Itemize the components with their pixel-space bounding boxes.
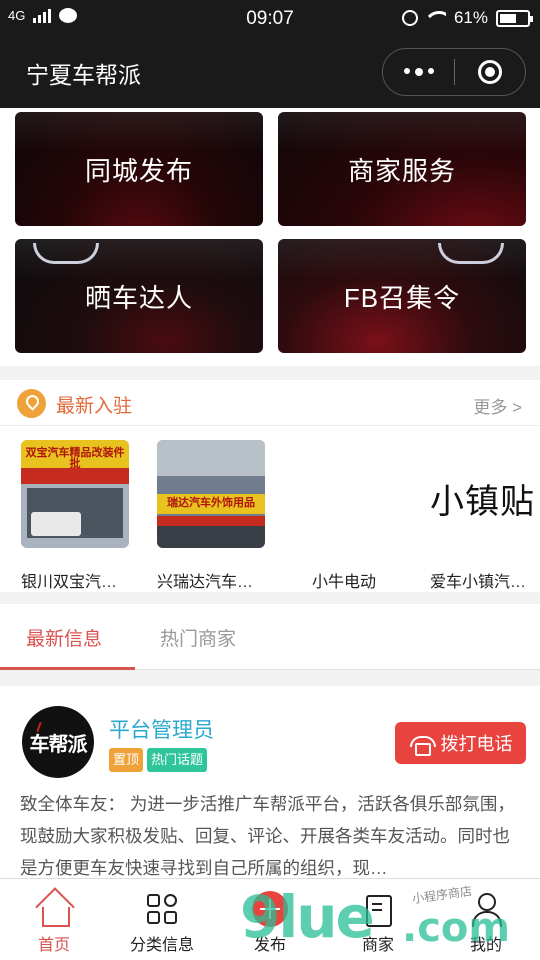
shop-icon — [360, 891, 396, 927]
phone-icon — [409, 732, 436, 756]
tile-merchant-service[interactable]: 商家服务 — [278, 112, 526, 226]
dot-icon — [414, 68, 423, 76]
section-title: 最新入驻 — [56, 396, 133, 417]
section-header: 最新入驻 更多 > — [0, 380, 540, 426]
tabbar-label: 发布 — [253, 937, 286, 954]
shop-name: 兴瑞达汽车… — [157, 574, 254, 591]
tabbar-item-category[interactable]: 分类信息 — [108, 879, 216, 960]
pinned-badge: 置顶 — [109, 748, 144, 772]
tabbar-item-publish[interactable]: 发布 — [216, 879, 324, 960]
shop-name: 爱车小镇汽… — [430, 574, 527, 591]
category-icon — [144, 891, 180, 927]
shop-name: 银川双宝汽… — [21, 574, 118, 591]
author-name[interactable]: 平台管理员 — [109, 714, 214, 744]
dot-icon — [403, 68, 410, 74]
shop-sign-text: 瑞达汽车外饰用品 — [167, 497, 255, 509]
more-link[interactable]: 更多 > — [473, 393, 522, 418]
shop-card[interactable]: 小牛电动 — [294, 440, 406, 591]
hot-topic-badge: 热门话题 — [147, 748, 208, 772]
close-miniprogram-button[interactable] — [455, 60, 525, 84]
tabbar-label: 我的 — [469, 937, 502, 954]
post-badges: 置顶 热门话题 — [109, 748, 208, 772]
tabbar-label: 首页 — [37, 937, 70, 954]
tile-city-publish[interactable]: 同城发布 — [15, 112, 263, 226]
shop-name: 小牛电动 — [312, 574, 377, 591]
tile-label: 商家服务 — [347, 155, 456, 186]
avatar[interactable]: 车帮派 — [22, 706, 94, 778]
feature-tiles: 同城发布 商家服务 晒车达人 FB召集令 — [0, 108, 540, 366]
tile-label: FB召集令 — [343, 282, 461, 313]
avatar-text: 车帮派 — [30, 728, 88, 757]
tabbar-item-me[interactable]: 我的 — [432, 879, 540, 960]
shop-image: 瑞达汽车外饰用品 — [157, 440, 265, 548]
shop-sign-text: 双宝汽车精品改装件批 — [25, 447, 125, 470]
tile-label: 晒车达人 — [84, 282, 193, 313]
post-content: 致全体车友： 为进一步活推广车帮派平台，活跃各俱乐部氛围，现鼓励大家积极发贴、回… — [20, 794, 515, 878]
more-options-button[interactable] — [383, 68, 454, 76]
tabbar-label: 分类信息 — [129, 937, 194, 954]
shop-image — [294, 440, 402, 548]
post-card[interactable]: 车帮派 平台管理员 置顶 热门话题 拨打电话 致全体车友： 为进一步活推广车帮派… — [0, 686, 540, 886]
battery-percent: 61% — [453, 8, 488, 27]
nav-bar: 宁夏车帮派 — [0, 36, 540, 108]
home-icon — [36, 891, 72, 927]
shop-logo-text: 小镇贴 — [430, 482, 535, 522]
tabbar-label: 商家 — [361, 937, 394, 954]
tile-car-showoff[interactable]: 晒车达人 — [15, 239, 263, 353]
wifi-icon — [426, 11, 446, 25]
location-pin-icon — [17, 389, 46, 418]
publish-icon — [252, 891, 288, 927]
page-title: 宁夏车帮派 — [26, 62, 141, 88]
alarm-icon — [401, 10, 418, 26]
tab-latest-info[interactable]: 最新信息 — [26, 624, 102, 651]
shop-card[interactable]: 双宝汽车精品改装件批 银川双宝汽… — [21, 440, 133, 591]
tab-hot-merchants[interactable]: 热门商家 — [160, 624, 236, 651]
battery-icon — [496, 9, 533, 27]
user-icon — [468, 891, 504, 927]
dot-icon — [427, 68, 434, 74]
shop-image: 双宝汽车精品改装件批 — [21, 440, 129, 548]
newest-joined-section: 最新入驻 更多 > 双宝汽车精品改装件批 银川双宝汽… 瑞达汽车外饰用品 兴瑞达… — [0, 380, 540, 592]
bottom-tab-bar: 首页 分类信息 发布 商家 我的 — [0, 878, 540, 960]
target-icon — [478, 60, 502, 84]
tabbar-item-home[interactable]: 首页 — [0, 879, 108, 960]
status-bar: 4G 09:07 61% — [0, 0, 540, 36]
active-tab-indicator — [0, 667, 135, 670]
info-tabs: 最新信息 热门商家 — [0, 604, 540, 670]
tile-label: 同城发布 — [84, 155, 193, 186]
call-button-label: 拨打电话 — [440, 734, 513, 754]
tile-fb-call[interactable]: FB召集令 — [278, 239, 526, 353]
call-button[interactable]: 拨打电话 — [395, 722, 526, 764]
shop-card[interactable]: 瑞达汽车外饰用品 兴瑞达汽车… — [157, 440, 269, 591]
tabbar-item-shop[interactable]: 商家 — [324, 879, 432, 960]
miniprogram-capsule — [382, 48, 526, 96]
